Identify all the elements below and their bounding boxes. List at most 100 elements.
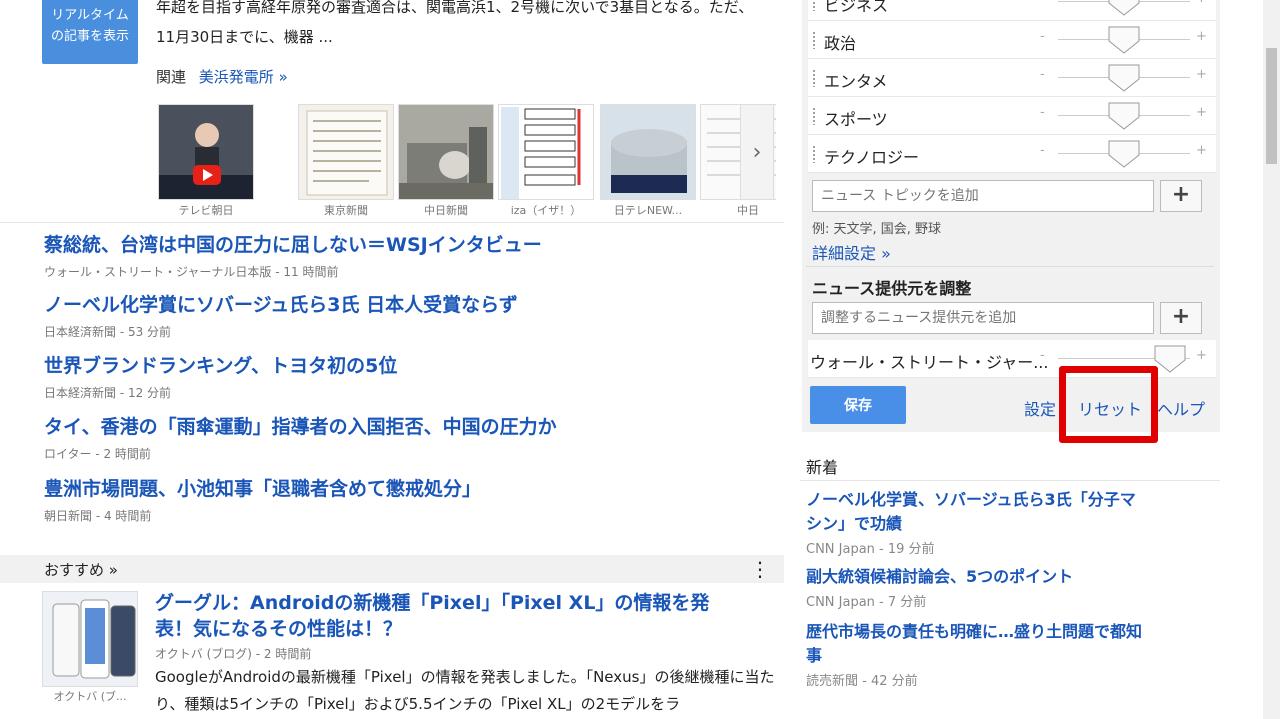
slider-knob[interactable] — [1107, 101, 1141, 131]
drag-handle-icon[interactable] — [812, 31, 816, 49]
add-source-input[interactable] — [812, 302, 1154, 334]
story-item: ノーベル化学賞にソバージュ氏ら3氏 日本人受賞ならず 日本経済新聞 - 53 分… — [44, 290, 774, 340]
flowchart-thumbnail-icon — [499, 105, 593, 199]
thumbnail-next-button[interactable]: › — [740, 104, 774, 200]
slider-row-entertainment: エンタメ - + — [808, 59, 1216, 97]
slider-row-business: ビジネス - + — [808, 0, 1216, 21]
source-heading: ニュース提供元を調整 — [812, 279, 972, 298]
story-snippet: 年超を目指す高経年原発の審査適合は、関電高浜1、2号機に次いで3基目となる。ただ… — [156, 0, 754, 46]
minus-icon[interactable]: - — [1040, 348, 1045, 363]
new-section-heading: 新着 — [806, 458, 839, 477]
recommend-image-caption: オクトバ (ブ... — [53, 690, 127, 703]
story-meta: 日本経済新聞 - 12 分前 — [44, 386, 172, 400]
story-meta: ウォール・ストリート・ジャーナル日本版 - 11 時間前 — [44, 265, 339, 279]
minus-icon[interactable]: - — [1040, 105, 1045, 120]
thumbnail-tv-asahi[interactable]: テレビ朝日 — [158, 104, 254, 217]
plus-icon[interactable]: + — [1196, 143, 1207, 158]
realtime-articles-label: リアルタイムの記事を表示 — [50, 8, 129, 44]
story-item: 蔡総統、台湾は中国の圧力に屈しない＝WSJインタビュー ウォール・ストリート・ジ… — [44, 230, 774, 280]
section-divider — [800, 480, 1220, 481]
new-item: 歴代市場長の責任も明確に…盛り土問題で都知事 読売新聞 - 42 分前 — [806, 620, 1146, 689]
thumbnail-iza[interactable]: iza（イザ！） — [498, 104, 594, 217]
recommend-title[interactable]: グーグル：Androidの新機種「Pixel」「Pixel XL」の情報を発表！… — [155, 590, 715, 642]
thumbnail-strip: テレビ朝日 東京新聞 中日新聞 iza（イザ！） 日テレNEW... 中日 — [158, 104, 776, 218]
thumbnail-caption: iza（イザ！） — [510, 204, 582, 217]
new-item: 副大統領候補討論会、5つのポイント CNN Japan - 7 分前 — [806, 565, 1146, 610]
slider-row-sports: スポーツ - + — [808, 97, 1216, 135]
drag-handle-icon[interactable] — [812, 0, 816, 11]
add-topic-button[interactable]: + — [1160, 180, 1202, 212]
plus-icon: + — [1171, 182, 1191, 207]
new-item-meta: 読売新聞 - 42 分前 — [806, 674, 918, 689]
reset-highlight-box — [1059, 366, 1158, 443]
new-item-meta: CNN Japan - 7 分前 — [806, 595, 927, 610]
section-divider — [0, 222, 784, 223]
thumbnail-caption: 日テレNEW... — [613, 204, 683, 217]
recommend-link[interactable]: おすすめ » — [44, 559, 118, 580]
slider-knob[interactable] — [1107, 63, 1141, 93]
story-title[interactable]: タイ、香港の「雨傘運動」指導者の入国拒否、中国の圧力か — [44, 412, 774, 439]
drag-handle-icon[interactable] — [812, 145, 816, 163]
reactor-photo-icon — [601, 105, 695, 199]
news-column: リアルタイムの記事を表示 年超を目指す高経年原発の審査適合は、関電高浜1、2号機… — [0, 0, 784, 719]
save-button[interactable]: 保存 — [810, 386, 906, 424]
thumbnail-caption: テレビ朝日 — [178, 204, 234, 217]
related-link[interactable]: 美浜発電所 » — [199, 68, 288, 86]
plus-icon[interactable]: + — [1196, 348, 1207, 363]
slider-knob[interactable] — [1107, 0, 1141, 17]
story-title[interactable]: 蔡総統、台湾は中国の圧力に屈しない＝WSJインタビュー — [44, 230, 774, 257]
story-meta: 朝日新聞 - 4 時間前 — [44, 509, 152, 523]
story-title[interactable]: 世界ブランドランキング、トヨタ初の5位 — [44, 351, 774, 378]
thumbnail-caption: 東京新聞 — [324, 204, 368, 217]
plus-icon[interactable]: + — [1196, 67, 1207, 82]
related-label: 関連 — [156, 68, 187, 86]
recommend-meta: オクトバ (ブログ) - 2 時間前 — [155, 647, 312, 661]
new-item: ノーベル化学賞、ソバージュ氏ら3氏「分子マシン」で功績 CNN Japan - … — [806, 488, 1146, 557]
plus-icon[interactable]: + — [1196, 0, 1207, 6]
recommend-image[interactable] — [42, 591, 138, 687]
recommend-snippet: GoogleがAndroidの最新機種「Pixel」の情報を発表しました。「Ne… — [155, 668, 775, 713]
slider-label: テクノロジー — [824, 148, 920, 167]
settings-link[interactable]: 設定 — [1024, 396, 1056, 420]
plus-icon: + — [1171, 304, 1191, 329]
minus-icon[interactable]: - — [1040, 0, 1045, 6]
thumbnail-tokyo-shimbun[interactable]: 東京新聞 — [298, 104, 394, 217]
new-item-meta: CNN Japan - 19 分前 — [806, 542, 935, 557]
story-title[interactable]: ノーベル化学賞にソバージュ氏ら3氏 日本人受賞ならず — [44, 290, 774, 317]
story-meta: 日本経済新聞 - 53 分前 — [44, 325, 172, 339]
story-meta: ロイター - 2 時間前 — [44, 447, 151, 461]
add-source-button[interactable]: + — [1160, 302, 1202, 334]
slider-knob[interactable] — [1107, 25, 1141, 55]
new-item-title[interactable]: ノーベル化学賞、ソバージュ氏ら3氏「分子マシン」で功績 — [806, 488, 1146, 536]
plus-icon[interactable]: + — [1196, 29, 1207, 44]
new-item-title[interactable]: 歴代市場長の責任も明確に…盛り土問題で都知事 — [806, 620, 1146, 668]
thumbnail-caption: 中日 — [737, 204, 759, 217]
slider-row-technology: テクノロジー - + — [808, 135, 1216, 173]
minus-icon[interactable]: - — [1040, 29, 1045, 44]
slider-label: 政治 — [824, 34, 857, 53]
plus-icon[interactable]: + — [1196, 105, 1207, 120]
drag-handle-icon[interactable] — [812, 107, 816, 125]
page-scrollbar[interactable] — [1263, 0, 1280, 719]
thumbnail-ntv[interactable]: 日テレNEW... — [600, 104, 696, 217]
new-item-title[interactable]: 副大統領候補討論会、5つのポイント — [806, 565, 1146, 589]
story-title[interactable]: 豊洲市場問題、小池知事「退職者含めて懲戒処分」 — [44, 474, 774, 501]
slider-knob[interactable] — [1107, 139, 1141, 169]
story-item: タイ、香港の「雨傘運動」指導者の入国拒否、中国の圧力か ロイター - 2 時間前 — [44, 412, 774, 462]
minus-icon[interactable]: - — [1040, 67, 1045, 82]
drag-handle-icon[interactable] — [812, 69, 816, 87]
help-link[interactable]: ヘルプ — [1157, 396, 1205, 420]
video-thumbnail-icon — [159, 105, 253, 199]
realtime-articles-button[interactable]: リアルタイムの記事を表示 — [42, 0, 138, 64]
chevron-right-icon: › — [752, 139, 762, 165]
slider-row-politics: 政治 - + — [808, 21, 1216, 59]
advanced-settings-link[interactable]: 詳細設定 » — [812, 240, 891, 264]
minus-icon[interactable]: - — [1040, 143, 1045, 158]
thumbnail-chunichi[interactable]: 中日新聞 — [398, 104, 494, 217]
more-options-icon[interactable]: ⋮ — [750, 557, 770, 581]
scrollbar-thumb[interactable] — [1266, 48, 1277, 164]
slider-knob[interactable] — [1153, 344, 1187, 374]
add-topic-input[interactable] — [812, 180, 1154, 212]
recommend-bar: おすすめ » ⋮ — [0, 555, 784, 583]
slider-label: ビジネス — [824, 0, 889, 15]
